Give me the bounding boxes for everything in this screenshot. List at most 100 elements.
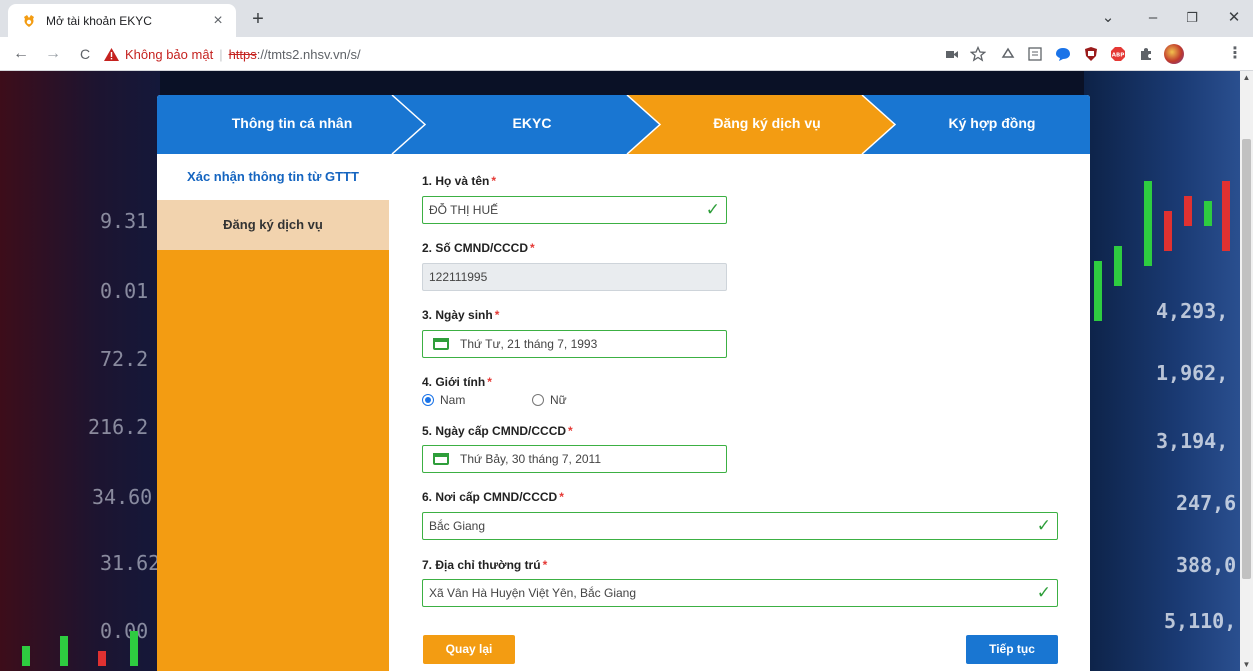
ekyc-wizard-card: Thông tin cá nhân EKYC Đăng ký dịch vụ K… <box>157 95 1090 671</box>
id-number-label: 2. Số CMND/CCCD * <box>422 241 535 255</box>
dob-label: 3. Ngày sinh * <box>422 308 500 322</box>
bg-candle <box>1164 211 1172 251</box>
bg-number: 34.60 <box>92 485 153 509</box>
calendar-icon <box>433 453 449 465</box>
reload-button[interactable]: C <box>74 43 96 65</box>
bg-number: 9.31 <box>100 209 149 233</box>
step-personal-info[interactable]: Thông tin cá nhân <box>192 115 392 131</box>
warning-icon <box>104 47 119 61</box>
bg-number: 31.62 <box>100 551 161 575</box>
tab-title: Mở tài khoản EKYC <box>46 13 152 28</box>
menu-icon[interactable]: ⋮ <box>1224 43 1246 65</box>
adblock-icon[interactable]: ABP <box>1110 46 1126 62</box>
dob-datepicker[interactable]: Thứ Tư, 21 tháng 7, 1993 <box>422 330 727 358</box>
url-path: ://tmts2.nhsv.vn/s/ <box>256 46 361 62</box>
bg-number: 4,293, <box>1156 299 1229 323</box>
gender-radio-male[interactable]: Nam <box>422 393 465 407</box>
issue-date-value: Thứ Bảy, 30 tháng 7, 2011 <box>460 452 602 466</box>
wizard-steps: Thông tin cá nhân EKYC Đăng ký dịch vụ K… <box>157 95 1090 154</box>
bg-number: 0.00 <box>100 619 149 643</box>
id-number-input[interactable]: 122111995 <box>422 263 727 291</box>
bg-candle <box>1094 261 1102 321</box>
browser-toolbar: ← → C Không bảo mật | https ://tmts2.nhs… <box>0 37 1253 71</box>
step-register-service[interactable]: Đăng ký dịch vụ <box>662 115 872 131</box>
gender-radio-female[interactable]: Nữ <box>532 393 567 407</box>
background-left-panel: 9.31 0.01 72.2 216.2 34.60 31.62 0.00 <box>0 71 160 671</box>
bg-candle <box>98 651 106 666</box>
id-number-value: 122111995 <box>429 270 488 284</box>
continue-button[interactable]: Tiếp tục <box>966 635 1058 664</box>
issue-date-label: 5. Ngày cấp CMND/CCCD * <box>422 424 573 438</box>
bg-number: 247,6 <box>1176 491 1237 515</box>
sidebar-item-register-service[interactable]: Đăng ký dịch vụ <box>157 200 389 250</box>
url-separator: | <box>219 46 223 62</box>
bg-candle <box>130 631 138 666</box>
reading-list-icon[interactable] <box>1027 46 1043 62</box>
scrollbar-thumb[interactable] <box>1242 139 1251 579</box>
bg-number: 216.2 <box>88 415 149 439</box>
step-sign-contract[interactable]: Ký hợp đồng <box>897 115 1087 131</box>
gender-label: 4. Giới tính * <box>422 375 492 389</box>
minimize-button[interactable]: – <box>1138 6 1168 30</box>
svg-text:ABP: ABP <box>1112 53 1124 59</box>
check-icon: ✓ <box>1036 583 1051 602</box>
bg-number: 0.01 <box>100 279 149 303</box>
url-scheme: https <box>228 46 257 62</box>
profile-avatar[interactable] <box>1164 44 1184 64</box>
star-icon[interactable] <box>970 46 986 62</box>
scroll-up-icon[interactable]: ▲ <box>1240 71 1253 84</box>
bg-candle <box>1222 181 1230 251</box>
radio-checked-icon <box>422 394 434 406</box>
bg-candle <box>60 636 68 666</box>
forward-button[interactable]: → <box>42 43 64 65</box>
tab-close-icon[interactable]: × <box>210 12 226 29</box>
browser-titlebar: Mở tài khoản EKYC × + ⌄ – ❐ ✕ <box>0 0 1253 37</box>
security-status[interactable]: Không bảo mật <box>125 47 213 62</box>
page-background: 9.31 0.01 72.2 216.2 34.60 31.62 0.00 4,… <box>0 71 1240 671</box>
address-value: Xã Vân Hà Huyện Việt Yên, Bắc Giang <box>429 586 637 600</box>
issue-date-datepicker[interactable]: Thứ Bảy, 30 tháng 7, 2011 <box>422 445 727 473</box>
address-bar[interactable]: Không bảo mật | https ://tmts2.nhsv.vn/s… <box>104 42 924 66</box>
full-name-value: ĐỖ THỊ HUẾ <box>429 203 499 217</box>
address-label: 7. Địa chỉ thường trú * <box>422 558 548 572</box>
step-ekyc[interactable]: EKYC <box>432 115 632 131</box>
camera-icon[interactable] <box>944 46 960 62</box>
gender-option-label: Nữ <box>550 393 567 407</box>
calendar-icon <box>433 338 449 350</box>
bg-candle <box>1204 201 1212 226</box>
extensions-icon[interactable] <box>1138 46 1154 62</box>
back-button[interactable]: ← <box>10 43 32 65</box>
address-input[interactable]: Xã Vân Hà Huyện Việt Yên, Bắc Giang ✓ <box>422 579 1058 607</box>
issue-place-value: Bắc Giang <box>429 519 486 533</box>
browser-tab[interactable]: Mở tài khoản EKYC × <box>8 4 236 37</box>
bg-number: 72.2 <box>100 347 149 371</box>
check-icon: ✓ <box>705 200 720 219</box>
bg-candle <box>1144 181 1152 266</box>
issue-place-input[interactable]: Bắc Giang ✓ <box>422 512 1058 540</box>
full-name-label: 1. Họ và tên * <box>422 174 497 188</box>
bg-number: 5,110, <box>1164 609 1237 633</box>
dob-value: Thứ Tư, 21 tháng 7, 1993 <box>460 337 598 351</box>
bg-candle <box>1114 246 1122 286</box>
chat-icon[interactable] <box>1055 46 1071 62</box>
page-scrollbar[interactable]: ▲ ▼ <box>1240 71 1253 671</box>
bg-number: 388,0 <box>1176 553 1237 577</box>
scroll-down-icon[interactable]: ▼ <box>1240 658 1253 671</box>
issue-place-label: 6. Nơi cấp CMND/CCCD * <box>422 490 564 504</box>
bg-candle <box>22 646 30 666</box>
new-tab-button[interactable]: + <box>246 8 270 32</box>
ublock-icon[interactable] <box>1083 46 1099 62</box>
full-name-input[interactable]: ĐỖ THỊ HUẾ ✓ <box>422 196 727 224</box>
background-right-panel: 4,293, 1,962, 3,194, 247,6 388,0 5,110, <box>1084 71 1240 671</box>
recycle-icon[interactable] <box>1000 46 1016 62</box>
tab-search-icon[interactable]: ⌄ <box>1093 6 1123 30</box>
radio-unchecked-icon <box>532 394 544 406</box>
close-window-button[interactable]: ✕ <box>1219 6 1249 30</box>
bg-number: 3,194, <box>1156 429 1229 453</box>
gender-option-label: Nam <box>440 393 466 407</box>
back-button[interactable]: Quay lại <box>423 635 515 664</box>
check-icon: ✓ <box>1036 516 1051 535</box>
site-favicon-icon <box>24 14 34 27</box>
restore-button[interactable]: ❐ <box>1177 6 1207 30</box>
sidebar-item-confirm-id-info[interactable]: Xác nhận thông tin từ GTTT <box>157 154 389 200</box>
